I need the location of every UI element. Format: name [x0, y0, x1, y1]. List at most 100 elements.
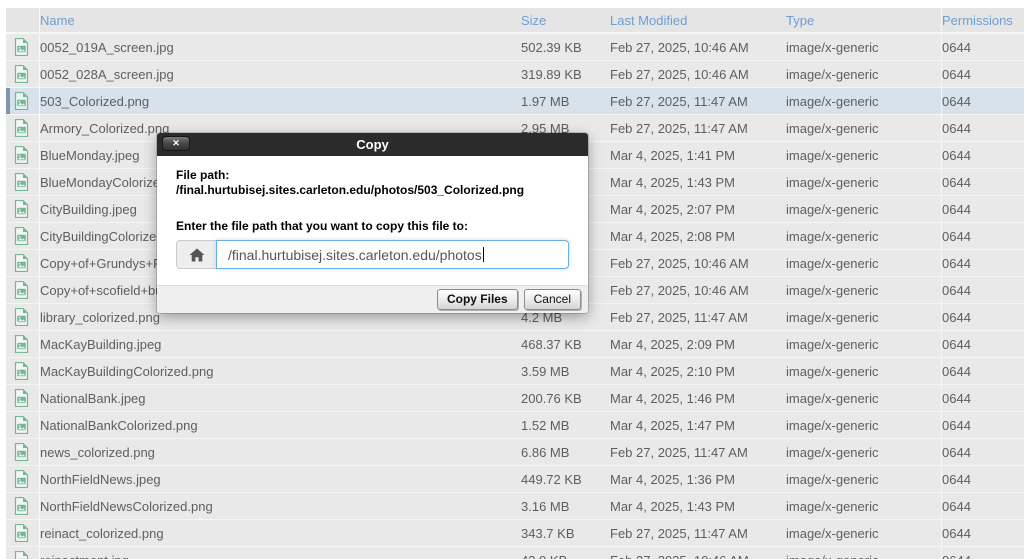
table-row[interactable]: NationalBank.jpeg 200.76 KB Mar 4, 2025, 1…: [6, 385, 1024, 412]
file-name: MacKayBuilding.jpeg: [40, 336, 162, 352]
file-modified: Mar 4, 2025, 1:43 PM: [610, 498, 736, 514]
file-path-label: File path:: [176, 168, 230, 182]
file-type: image/x-generic: [786, 471, 879, 487]
table-row[interactable]: 0052_019A_screen.jpg 502.39 KB Feb 27, 202…: [6, 34, 1024, 61]
table-row[interactable]: 503_Colorized.png 1.97 MB Feb 27, 2025, 11…: [6, 88, 1024, 115]
file-modified: Feb 27, 2025, 11:47 AM: [610, 120, 748, 136]
image-file-icon: [14, 65, 29, 83]
file-type: image/x-generic: [786, 66, 879, 82]
image-file-icon: [14, 38, 29, 56]
file-permissions: 0644: [941, 331, 1024, 357]
file-permissions: 0644: [941, 547, 1024, 559]
file-icon-cell: [6, 466, 40, 492]
image-file-icon: [14, 119, 29, 137]
file-size: 1.97 MB: [521, 93, 570, 109]
image-file-icon: [14, 551, 29, 559]
file-modified: Mar 4, 2025, 1:41 PM: [610, 147, 736, 163]
file-size: 6.86 MB: [521, 444, 570, 460]
file-size: 1.52 MB: [521, 417, 570, 433]
file-permissions: 0644: [941, 61, 1024, 87]
file-name: reinact_colorized.png: [40, 525, 164, 541]
file-permissions: 0644: [941, 439, 1024, 465]
copy-dialog: ✕ Copy File path: /final.hurtubisej.site…: [157, 133, 588, 313]
column-header-permissions[interactable]: Permissions: [941, 8, 1024, 32]
file-icon-cell: [6, 115, 40, 141]
file-manager-screen: Name Size Last Modified Type Permissions…: [0, 0, 1024, 559]
file-type: image/x-generic: [786, 255, 879, 271]
image-file-icon: [14, 281, 29, 299]
file-modified: Mar 4, 2025, 1:36 PM: [610, 471, 736, 487]
column-header-size[interactable]: Size: [521, 13, 610, 28]
table-row[interactable]: NorthFieldNewsColorized.png 3.16 MB Mar 4,…: [6, 493, 1024, 520]
destination-input-group: /final.hurtubisej.sites.carleton.edu/pho…: [176, 240, 569, 269]
file-name: NationalBank.jpeg: [40, 390, 146, 406]
home-icon: [189, 248, 204, 261]
table-row[interactable]: MacKayBuilding.jpeg 468.37 KB Mar 4, 2025,…: [6, 331, 1024, 358]
file-icon-cell: [6, 34, 40, 60]
cancel-button[interactable]: Cancel: [523, 289, 581, 310]
file-modified: Feb 27, 2025, 10:46 AM: [610, 66, 749, 82]
file-icon-cell: [6, 331, 40, 357]
home-button[interactable]: [176, 240, 216, 269]
table-row[interactable]: NationalBankColorized.png 1.52 MB Mar 4, 2…: [6, 412, 1024, 439]
file-size: 43.9 KB: [521, 553, 610, 559]
file-type: image/x-generic: [786, 417, 879, 433]
file-icon-cell: [6, 88, 40, 114]
file-size: 319.89 KB: [521, 66, 582, 82]
file-icon-cell: [6, 250, 40, 276]
table-row[interactable]: reinactment.jpg43.9 KBFeb 27, 2025, 10:4…: [6, 547, 1024, 559]
file-permissions: 0644: [941, 115, 1024, 141]
file-icon-cell: [6, 223, 40, 249]
column-header-type[interactable]: Type: [786, 13, 941, 28]
image-file-icon: [14, 173, 29, 191]
file-icon-cell: [6, 304, 40, 330]
table-row[interactable]: reinact_colorized.png 343.7 KB Feb 27, 202…: [6, 520, 1024, 547]
file-type: image/x-generic: [786, 93, 879, 109]
image-file-icon: [14, 389, 29, 407]
file-path-value: /final.hurtubisej.sites.carleton.edu/pho…: [176, 183, 525, 197]
file-type: image/x-generic: [786, 39, 879, 55]
file-type: image/x-generic: [786, 228, 879, 244]
file-name: 0052_019A_screen.jpg: [40, 39, 174, 55]
table-row[interactable]: 0052_028A_screen.jpg 319.89 KB Feb 27, 202…: [6, 61, 1024, 88]
dialog-title: Copy: [356, 137, 389, 152]
file-modified: Mar 4, 2025, 2:09 PM: [610, 336, 736, 352]
file-modified: Feb 27, 2025, 11:47 AM: [610, 93, 748, 109]
file-icon-cell: [6, 358, 40, 384]
image-file-icon: [14, 443, 29, 461]
column-header-modified[interactable]: Last Modified: [610, 13, 786, 28]
copy-files-button[interactable]: Copy Files: [436, 289, 518, 310]
file-name: NorthFieldNewsColorized.png: [40, 498, 213, 514]
file-type: image/x-generic: [786, 498, 879, 514]
close-icon[interactable]: ✕: [162, 136, 190, 151]
file-permissions: 0644: [941, 412, 1024, 438]
file-modified: Mar 4, 2025, 2:07 PM: [610, 201, 736, 217]
file-type: image/x-generic: [786, 444, 879, 460]
file-permissions: 0644: [941, 358, 1024, 384]
file-name: news_colorized.png: [40, 444, 155, 460]
image-file-icon: [14, 416, 29, 434]
file-modified: Feb 27, 2025, 11:47 AM: [610, 444, 748, 460]
image-file-icon: [14, 497, 29, 515]
file-modified: Mar 4, 2025, 1:46 PM: [610, 390, 736, 406]
copy-dialog-footer: Copy Files Cancel: [157, 285, 588, 313]
image-file-icon: [14, 254, 29, 272]
file-modified: Mar 4, 2025, 2:08 PM: [610, 228, 736, 244]
file-type: image/x-generic: [786, 525, 879, 541]
file-name: MacKayBuildingColorized.png: [40, 363, 214, 379]
table-row[interactable]: NorthFieldNews.jpeg 449.72 KB Mar 4, 2025,…: [6, 466, 1024, 493]
file-icon-cell: [6, 412, 40, 438]
file-modified: Mar 4, 2025, 2:10 PM: [610, 363, 736, 379]
table-row[interactable]: news_colorized.png 6.86 MB Feb 27, 2025, 1…: [6, 439, 1024, 466]
table-header-row: Name Size Last Modified Type Permissions: [6, 8, 1024, 34]
table-row[interactable]: MacKayBuildingColorized.png 3.59 MB Mar 4,…: [6, 358, 1024, 385]
file-type: image/x-generic: [786, 336, 879, 352]
file-icon-cell: [6, 196, 40, 222]
column-header-name[interactable]: Name: [40, 13, 521, 28]
file-icon-cell: [6, 547, 40, 559]
file-type: image/x-generic: [786, 201, 879, 217]
copy-dialog-titlebar: ✕ Copy: [157, 133, 588, 156]
file-size: 449.72 KB: [521, 471, 582, 487]
file-permissions: 0644: [941, 196, 1024, 222]
destination-path-input[interactable]: /final.hurtubisej.sites.carleton.edu/pho…: [216, 240, 569, 269]
